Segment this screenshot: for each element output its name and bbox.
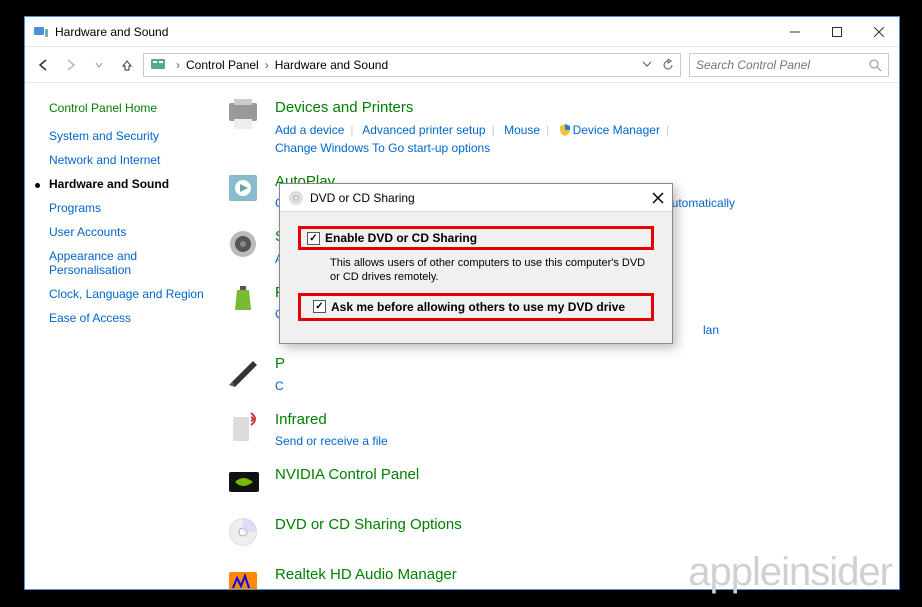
sidebar-item-hardware-sound[interactable]: Hardware and Sound bbox=[49, 177, 217, 191]
sidebar-item-user-accounts[interactable]: User Accounts bbox=[49, 225, 217, 239]
search-icon[interactable] bbox=[868, 58, 882, 72]
enable-sharing-label: Enable DVD or CD Sharing bbox=[325, 231, 477, 245]
dialog-titlebar: DVD or CD Sharing bbox=[280, 184, 672, 212]
link-partial[interactable]: C bbox=[275, 379, 284, 393]
category-pen: P C bbox=[225, 353, 879, 395]
maximize-button[interactable] bbox=[831, 26, 843, 38]
nav-arrows bbox=[35, 57, 135, 73]
toolbar: › Control Panel › Hardware and Sound bbox=[25, 47, 899, 83]
disc-icon bbox=[225, 514, 265, 550]
minimize-button[interactable] bbox=[789, 26, 801, 38]
ask-before-checkbox[interactable]: ✓ bbox=[313, 300, 326, 313]
dialog-close-button[interactable] bbox=[652, 192, 664, 204]
address-bar[interactable]: › Control Panel › Hardware and Sound bbox=[143, 53, 681, 77]
recent-dropdown[interactable] bbox=[91, 57, 107, 73]
link-add-device[interactable]: Add a device bbox=[275, 123, 344, 137]
category-devices-printers: Devices and Printers Add a device| Advan… bbox=[225, 97, 879, 157]
link-partial-tail[interactable]: lan bbox=[703, 323, 719, 337]
sidebar-home[interactable]: Control Panel Home bbox=[49, 101, 217, 115]
forward-button[interactable] bbox=[63, 57, 79, 73]
sidebar-item-appearance[interactable]: Appearance and Personalisation bbox=[49, 249, 217, 277]
link-mouse[interactable]: Mouse bbox=[504, 123, 540, 137]
sidebar-item-system-security[interactable]: System and Security bbox=[49, 129, 217, 143]
control-panel-icon bbox=[150, 57, 166, 73]
refresh-icon[interactable] bbox=[662, 59, 674, 71]
window-title: Hardware and Sound bbox=[55, 25, 168, 39]
shield-icon bbox=[559, 124, 571, 136]
window-controls bbox=[789, 26, 891, 38]
watermark: appleinsider bbox=[688, 550, 892, 595]
category-title[interactable]: Devices and Printers bbox=[275, 97, 879, 120]
link-windows-togo[interactable]: Change Windows To Go start-up options bbox=[275, 141, 490, 155]
up-button[interactable] bbox=[119, 57, 135, 73]
back-button[interactable] bbox=[35, 57, 51, 73]
sidebar-item-clock-region[interactable]: Clock, Language and Region bbox=[49, 287, 217, 301]
sidebar-item-programs[interactable]: Programs bbox=[49, 201, 217, 215]
link-printer-setup[interactable]: Advanced printer setup bbox=[362, 123, 485, 137]
power-icon bbox=[225, 282, 265, 318]
disc-icon bbox=[288, 190, 304, 206]
search-input[interactable] bbox=[696, 58, 868, 72]
enable-sharing-checkbox[interactable]: ✓ bbox=[307, 232, 320, 245]
sound-icon bbox=[225, 226, 265, 262]
address-dropdown-icon[interactable] bbox=[642, 59, 652, 71]
category-infrared: Infrared Send or receive a file bbox=[225, 409, 879, 451]
close-button[interactable] bbox=[873, 26, 885, 38]
category-nvidia: NVIDIA Control Panel bbox=[225, 464, 879, 500]
ask-before-label: Ask me before allowing others to use my … bbox=[331, 300, 625, 314]
breadcrumb-sep-icon: › bbox=[265, 58, 269, 72]
realtek-icon bbox=[225, 564, 265, 589]
dialog-body: ✓ Enable DVD or CD Sharing This allows u… bbox=[280, 212, 672, 343]
dialog-title: DVD or CD Sharing bbox=[310, 191, 415, 205]
dvd-sharing-dialog: DVD or CD Sharing ✓ Enable DVD or CD Sha… bbox=[279, 183, 673, 344]
sidebar-item-ease-access[interactable]: Ease of Access bbox=[49, 311, 217, 325]
category-title[interactable]: P bbox=[275, 353, 879, 376]
breadcrumb-sep-icon: › bbox=[176, 58, 180, 72]
nvidia-icon bbox=[225, 464, 265, 500]
autoplay-icon bbox=[225, 171, 265, 207]
infrared-icon bbox=[225, 409, 265, 445]
category-title[interactable]: DVD or CD Sharing Options bbox=[275, 514, 879, 537]
titlebar: Hardware and Sound bbox=[25, 17, 899, 47]
category-title[interactable]: Infrared bbox=[275, 409, 879, 432]
content-area: Devices and Printers Add a device| Advan… bbox=[225, 83, 899, 589]
printers-icon bbox=[225, 97, 265, 133]
sidebar-item-network-internet[interactable]: Network and Internet bbox=[49, 153, 217, 167]
highlight-box: ✓ Enable DVD or CD Sharing bbox=[298, 226, 654, 250]
body: Control Panel Home System and Security N… bbox=[25, 83, 899, 589]
breadcrumb-root[interactable]: Control Panel bbox=[186, 58, 259, 72]
category-title[interactable]: NVIDIA Control Panel bbox=[275, 464, 879, 487]
control-panel-window: Hardware and Sound › Control Panel › Har… bbox=[24, 16, 900, 590]
category-dvd-sharing: DVD or CD Sharing Options bbox=[225, 514, 879, 550]
pen-icon bbox=[225, 353, 265, 389]
sidebar: Control Panel Home System and Security N… bbox=[25, 83, 225, 589]
search-box[interactable] bbox=[689, 53, 889, 77]
link-send-receive[interactable]: Send or receive a file bbox=[275, 434, 388, 448]
breadcrumb-current[interactable]: Hardware and Sound bbox=[275, 58, 388, 72]
sharing-description: This allows users of other computers to … bbox=[330, 256, 654, 285]
highlight-box: ✓ Ask me before allowing others to use m… bbox=[298, 293, 654, 321]
link-device-manager[interactable]: Device Manager bbox=[573, 123, 660, 137]
hardware-sound-icon bbox=[33, 24, 49, 40]
